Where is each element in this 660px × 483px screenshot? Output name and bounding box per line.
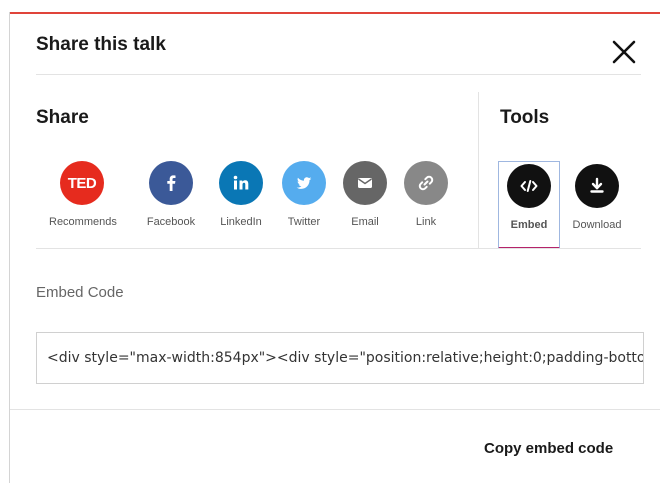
- share-item-label: Email: [351, 216, 379, 228]
- share-linkedin-button[interactable]: LinkedIn: [208, 161, 274, 228]
- link-icon: [404, 161, 448, 205]
- share-dialog: Share this talk Share Tools TED Recommen…: [10, 14, 660, 483]
- share-recommends-button[interactable]: TED Recommends: [49, 161, 117, 228]
- share-heading: Share: [36, 107, 89, 128]
- footer-divider: [10, 409, 660, 410]
- embed-code-label: Embed Code: [36, 284, 124, 301]
- close-button[interactable]: [610, 38, 638, 66]
- tool-item-label: Download: [572, 219, 622, 231]
- download-icon: [575, 164, 619, 208]
- tool-item-label: Embed: [510, 219, 548, 231]
- close-icon: [612, 40, 636, 64]
- section-divider: [478, 92, 479, 248]
- ted-logo-icon: TED: [60, 161, 104, 205]
- tools-heading: Tools: [500, 107, 550, 128]
- share-facebook-button[interactable]: Facebook: [138, 161, 204, 228]
- tools-divider: [36, 248, 641, 249]
- tool-download-button[interactable]: Download: [564, 164, 630, 231]
- share-item-label: Recommends: [49, 216, 117, 228]
- ted-logo-text: TED: [67, 174, 97, 192]
- header-divider: [36, 74, 641, 75]
- email-icon: [343, 161, 387, 205]
- copy-embed-code-button[interactable]: Copy embed code: [484, 440, 613, 457]
- tool-embed-button[interactable]: Embed: [496, 164, 562, 231]
- dialog-title: Share this talk: [36, 34, 166, 55]
- linkedin-icon: [219, 161, 263, 205]
- share-email-button[interactable]: Email: [332, 161, 398, 228]
- share-item-label: LinkedIn: [220, 216, 262, 228]
- code-icon: [507, 164, 551, 208]
- share-item-label: Link: [415, 216, 437, 228]
- share-item-label: Twitter: [287, 216, 321, 228]
- share-twitter-button[interactable]: Twitter: [271, 161, 337, 228]
- share-item-label: Facebook: [146, 216, 196, 228]
- embed-code-field[interactable]: <div style="max-width:854px"><div style=…: [36, 332, 644, 384]
- facebook-icon: [149, 161, 193, 205]
- share-link-button[interactable]: Link: [393, 161, 459, 228]
- twitter-icon: [282, 161, 326, 205]
